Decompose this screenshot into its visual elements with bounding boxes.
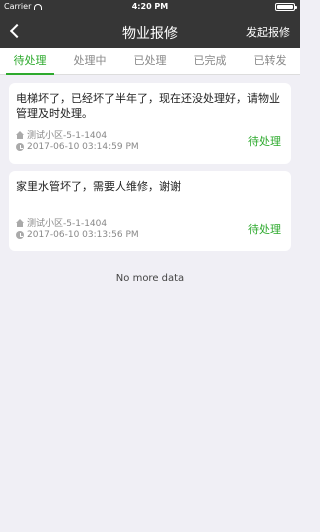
status-badge: 待处理: [248, 223, 281, 236]
tab-pending[interactable]: 待处理: [0, 48, 60, 75]
house-icon: [16, 218, 24, 227]
repair-card[interactable]: 家里水管坏了，需要人维修，谢谢 测试小区-5-1-1404 2017-06-10…: [9, 171, 291, 251]
house-icon: [16, 130, 24, 139]
repair-description: 家里水管坏了，需要人维修，谢谢: [16, 180, 181, 193]
repair-description: 电梯坏了，已经坏了半年了，现在还没处理好，请物业管理及时处理。: [16, 92, 280, 120]
battery-icon: [275, 3, 297, 11]
no-more-data-label: No more data: [115, 273, 185, 284]
tab-processing[interactable]: 处理中: [60, 48, 120, 74]
clock: 4:20 PM: [131, 2, 169, 11]
status-tabs: 待处理 处理中 已处理 已完成 已转发: [0, 48, 300, 75]
clock-icon: [16, 143, 24, 151]
status-badge: 待处理: [248, 135, 281, 148]
tab-processed[interactable]: 已处理: [120, 48, 180, 74]
status-bar: Carrier 4:20 PM: [0, 0, 300, 14]
new-repair-button[interactable]: 发起报修: [246, 24, 290, 40]
location-row: 测试小区-5-1-1404: [16, 216, 107, 229]
location-row: 测试小区-5-1-1404: [16, 128, 107, 141]
tab-completed[interactable]: 已完成: [180, 48, 240, 74]
datetime-row: 2017-06-10 03:14:59 PM: [16, 142, 139, 152]
location-text: 测试小区-5-1-1404: [27, 131, 108, 141]
location-text: 测试小区-5-1-1404: [27, 219, 108, 229]
datetime-text: 2017-06-10 03:13:56 PM: [27, 230, 139, 240]
datetime-text: 2017-06-10 03:14:59 PM: [27, 142, 139, 152]
tab-forwarded[interactable]: 已转发: [240, 48, 300, 74]
datetime-row: 2017-06-10 03:13:56 PM: [16, 230, 139, 240]
clock-icon: [16, 231, 24, 239]
repair-card[interactable]: 电梯坏了，已经坏了半年了，现在还没处理好，请物业管理及时处理。 测试小区-5-1…: [9, 83, 291, 164]
nav-bar: 物业报修 发起报修: [0, 14, 300, 48]
